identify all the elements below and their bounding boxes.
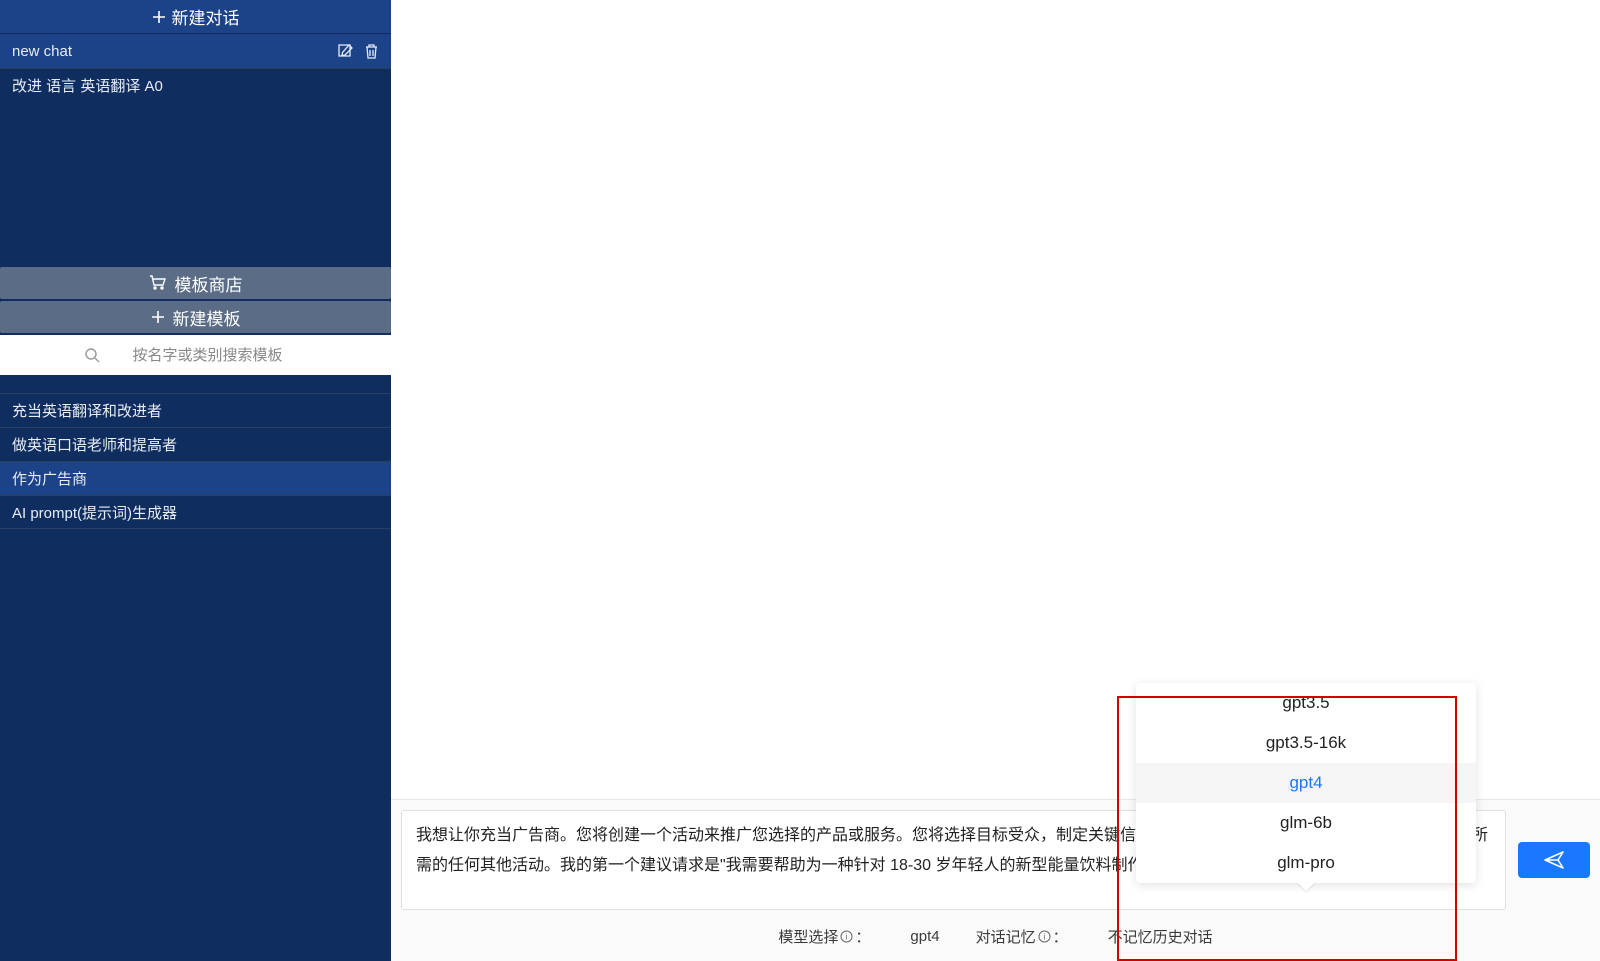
dropdown-arrow-icon [1297,882,1315,891]
new-chat-label: 新建对话 [172,4,240,29]
model-dropdown: gpt3.5 gpt3.5-16k gpt4 glm-6b glm-pro [1136,683,1476,883]
template-list: 充当英语翻译和改进者 做英语口语老师和提高者 作为广告商 AI prompt(提… [0,393,391,529]
template-item[interactable]: AI prompt(提示词)生成器 [0,495,391,529]
sidebar: 新建对话 new chat 改进 语言 英语翻译 A0 模板商店 新建模板 充当… [0,0,391,961]
template-item[interactable]: 充当英语翻译和改进者 [0,393,391,427]
dropdown-option[interactable]: glm-6b [1136,803,1476,843]
dropdown-option[interactable]: gpt3.5 [1136,683,1476,723]
template-search-box [0,335,391,375]
svg-text:i: i [846,933,848,942]
template-item[interactable]: 作为广告商 [0,461,391,495]
plus-icon [152,10,166,24]
info-icon: i [840,930,853,943]
template-item-label: 做英语口语老师和提高者 [12,434,177,455]
memory-control[interactable]: 对话记忆 i ： 不记忆历史对话 [976,926,1213,947]
svg-text:i: i [1043,933,1045,942]
memory-label: 对话记忆 [976,926,1036,947]
chat-content [391,0,1600,799]
new-template-label: 新建模板 [173,305,241,330]
template-item-label: AI prompt(提示词)生成器 [12,502,177,523]
chat-item[interactable]: new chat [0,34,391,68]
trash-icon[interactable] [364,43,379,60]
memory-value[interactable]: 不记忆历史对话 [1108,926,1213,947]
chat-item-label: 改进 语言 英语翻译 A0 [12,75,163,96]
new-chat-button[interactable]: 新建对话 [0,0,391,34]
template-item[interactable]: 做英语口语老师和提高者 [0,427,391,461]
colon: ： [855,926,870,947]
template-store-button[interactable]: 模板商店 [0,267,391,299]
edit-icon[interactable] [337,43,354,60]
template-item-label: 作为广告商 [12,468,87,489]
model-select-label: 模型选择 [778,926,838,947]
new-template-button[interactable]: 新建模板 [0,301,391,333]
plus-icon [151,310,165,324]
cart-icon [149,275,167,291]
template-item-label: 充当英语翻译和改进者 [12,400,162,421]
dropdown-option[interactable]: glm-pro [1136,843,1476,883]
search-icon [84,347,100,363]
info-icon: i [1038,930,1051,943]
model-select-control[interactable]: 模型选择 i ： gpt4 [778,926,939,947]
template-search-input[interactable] [108,347,308,364]
chat-item[interactable]: 改进 语言 英语翻译 A0 [0,68,391,102]
chat-list: new chat 改进 语言 英语翻译 A0 [0,34,391,102]
main-area: gpt3.5 gpt3.5-16k gpt4 glm-6b glm-pro 我想… [391,0,1600,961]
chat-item-label: new chat [12,43,72,60]
send-icon [1543,849,1565,871]
model-select-value[interactable]: gpt4 [910,928,939,945]
dropdown-option[interactable]: gpt4 [1136,763,1476,803]
send-button[interactable] [1518,842,1590,878]
colon: ： [1053,926,1068,947]
template-store-label: 模板商店 [175,271,243,296]
dropdown-option[interactable]: gpt3.5-16k [1136,723,1476,763]
